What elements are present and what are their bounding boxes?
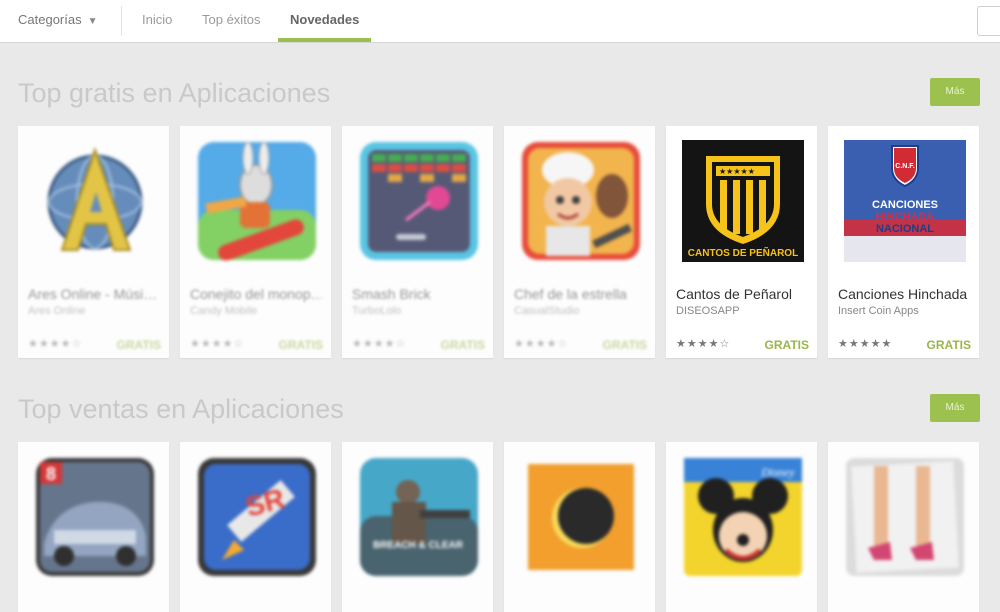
categories-dropdown[interactable]: Categorías ▼ [18, 12, 98, 27]
nacional-crest-text: C.N.F. [895, 163, 915, 170]
rating-stars: ★★★★☆ [352, 338, 407, 350]
rating-stars: ★★★★☆ [514, 338, 569, 350]
hinchada-line-2: HINCHADA [876, 211, 935, 223]
tab-top-exitos[interactable]: Top éxitos [202, 12, 261, 27]
rating-stars: ★★★★★ [838, 338, 893, 350]
app-name: Chef de la estrella [514, 286, 627, 302]
top-nav-bar: Categorías ▼ Inicio Top éxitos Novedades [0, 0, 1000, 43]
app-price: GRATIS [764, 338, 809, 352]
app-developer: CasualStudio [514, 305, 580, 317]
hinchada-line-1: CANCIONES [872, 199, 938, 211]
app-developer: TurboLolo [352, 305, 402, 317]
rating-stars: ★★★★☆ [28, 338, 83, 350]
rating-stars: ★★★★☆ [676, 338, 731, 350]
icon-brand: Disney [760, 465, 795, 479]
section-top-free: Top gratis en Aplicaciones Más Ares Onli… [0, 78, 1000, 363]
ares-app-icon [34, 140, 156, 262]
app-price: GRATIS [602, 338, 647, 352]
racing-app-icon: 8 [34, 456, 156, 578]
breach-clear-app-icon: BREACH & CLEAR [358, 456, 480, 578]
search-box[interactable] [977, 6, 1000, 36]
section-title: Top ventas en Aplicaciones [18, 394, 344, 424]
app-price: GRATIS [278, 338, 323, 352]
app-card[interactable]: Disney [666, 442, 817, 612]
categories-label: Categorías [18, 12, 82, 27]
app-card[interactable]: C.N.F. CANCIONES HINCHADA NACIONAL Canci… [828, 126, 979, 358]
icon-title: BREACH & CLEAR [373, 540, 464, 551]
app-price: GRATIS [116, 338, 161, 352]
app-developer: DISEOSAPP [676, 305, 740, 317]
app-card[interactable]: ★★★★★ CANTOS DE PEÑAROL Cantos de Peñaro… [666, 126, 817, 358]
chevron-down-icon: ▼ [87, 16, 98, 27]
app-name: Cantos de Peñarol [676, 286, 792, 302]
penarol-caption: CANTOS DE PEÑAROL [688, 246, 798, 259]
section-title: Top gratis en Aplicaciones [18, 78, 331, 108]
app-card[interactable]: BREACH & CLEAR [342, 442, 493, 612]
app-name: Conejito del monop… [190, 286, 322, 302]
app-card[interactable] [828, 442, 979, 612]
active-tab-indicator [278, 38, 371, 42]
sr-rocket-app-icon: SR [196, 456, 318, 578]
app-card[interactable]: 8 [18, 442, 169, 612]
more-button[interactable]: Más [930, 78, 980, 106]
bunny-skater-app-icon [196, 140, 318, 262]
high-heels-app-icon [844, 456, 966, 578]
tab-novedades[interactable]: Novedades [290, 12, 359, 27]
svg-text:★★★★★: ★★★★★ [719, 167, 755, 176]
app-card[interactable]: Conejito del monop… Candy Mobile ★★★★☆ G… [180, 126, 331, 358]
app-developer: Ares Online [28, 305, 86, 317]
app-developer: Insert Coin Apps [838, 305, 919, 317]
hinchada-line-3: NACIONAL [876, 223, 934, 235]
smash-brick-app-icon [358, 140, 480, 262]
mickey-app-icon: Disney [682, 456, 804, 578]
app-card[interactable]: SR [180, 442, 331, 612]
app-name: Smash Brick [352, 286, 431, 302]
app-card[interactable]: Chef de la estrella CasualStudio ★★★★☆ G… [504, 126, 655, 358]
app-card[interactable]: Ares Online - Músi… Ares Online ★★★★☆ GR… [18, 126, 169, 358]
tab-inicio[interactable]: Inicio [142, 12, 172, 27]
app-card[interactable] [504, 442, 655, 612]
app-name: Ares Online - Músi… [28, 286, 158, 302]
penarol-app-icon: ★★★★★ CANTOS DE PEÑAROL [682, 140, 804, 262]
more-button[interactable]: Más [930, 394, 980, 422]
rating-stars: ★★★★☆ [190, 338, 245, 350]
app-developer: Candy Mobile [190, 305, 258, 317]
chef-app-icon [520, 140, 642, 262]
app-price: GRATIS [440, 338, 485, 352]
nacional-app-icon: C.N.F. CANCIONES HINCHADA NACIONAL [844, 140, 966, 262]
nav-divider [121, 6, 122, 36]
eclipse-app-icon [520, 456, 642, 578]
icon-number: 8 [46, 464, 56, 484]
app-card[interactable]: Smash Brick TurboLolo ★★★★☆ GRATIS [342, 126, 493, 358]
app-price: GRATIS [926, 338, 971, 352]
app-name: Canciones Hinchada [838, 286, 968, 302]
section-top-paid: Top ventas en Aplicaciones Más 8 SR BREA… [0, 394, 1000, 612]
